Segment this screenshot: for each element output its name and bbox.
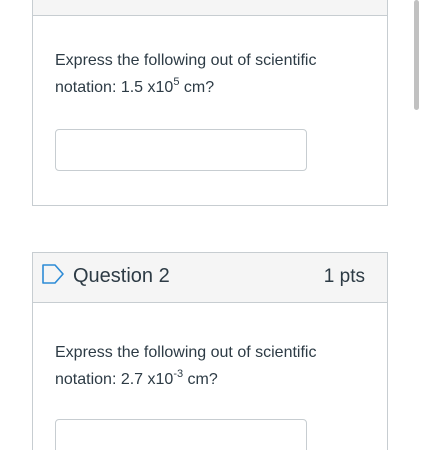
- question-2-header: Question 2 1 pts: [33, 253, 387, 303]
- question-card-2: Question 2 1 pts Express the following o…: [32, 252, 388, 450]
- question-1-answer-input[interactable]: [55, 129, 307, 171]
- question-2-title: Question 2: [73, 265, 170, 287]
- question-card-1: Express the following out of scientific …: [32, 0, 388, 206]
- bookmark-flag-icon[interactable]: [41, 264, 65, 284]
- quiz-page: Express the following out of scientific …: [0, 0, 422, 450]
- question-2-exponent: -3: [173, 368, 184, 380]
- question-1-header: [33, 0, 387, 16]
- question-2-points: 1 pts: [323, 266, 365, 287]
- question-2-unit: cm?: [183, 371, 218, 388]
- question-2-answer-input[interactable]: [55, 419, 307, 450]
- question-1-unit: cm?: [179, 79, 215, 96]
- question-2-text: Express the following out of scientific …: [55, 339, 375, 393]
- page-scrollbar[interactable]: [414, 0, 419, 110]
- question-1-text: Express the following out of scientific …: [55, 47, 375, 101]
